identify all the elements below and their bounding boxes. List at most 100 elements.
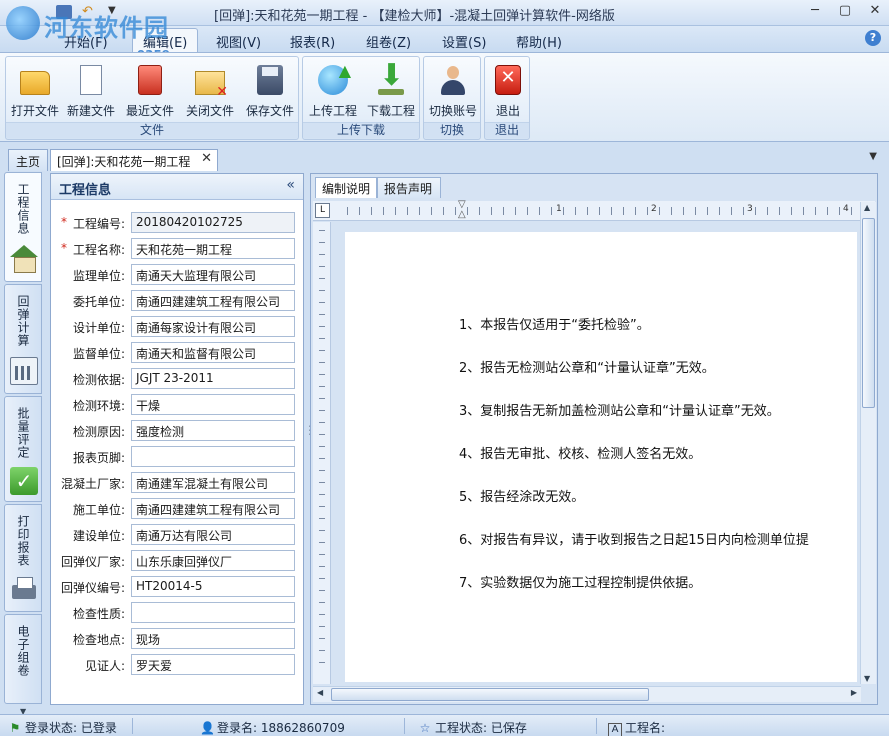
design-unit-field[interactable]: 南通每家设计有限公司 [131,316,295,337]
scroll-right-icon[interactable]: ▶ [851,688,857,697]
project-no-field[interactable]: 20180420102725 [131,212,295,233]
note-line: 4、报告无审批、校核、检测人签名无效。 [459,447,702,462]
note-line: 1、本报告仅适用于“委托检验”。 [459,318,650,333]
field-label: 监督单位: [72,347,125,361]
client-unit-field[interactable]: 南通四建建筑工程有限公司 [131,290,295,311]
test-basis-field[interactable]: JGJT 23-2011 [131,368,295,389]
builder-unit-field[interactable]: 南通万达有限公司 [131,524,295,545]
hammer-maker-field[interactable]: 山东乐康回弹仪厂 [131,550,295,571]
tab-compile-notes[interactable]: 编制说明 [315,177,377,198]
recent-files-icon [138,65,162,95]
field-row-construction: 施工单位: 南通四建建筑工程有限公司 [51,498,305,520]
open-file-button[interactable]: 打开文件 [8,61,62,121]
close-file-button[interactable]: 关闭文件 [182,61,238,121]
concrete-maker-field[interactable]: 南通建军混凝土有限公司 [131,472,295,493]
menu-help[interactable]: 帮助(H) [516,32,562,51]
tab-home[interactable]: 主页 [8,149,48,171]
project-info-header: 工程信息 « [51,174,303,200]
vertical-ruler-scale [319,230,325,670]
menu-start[interactable]: 开始(F) [64,32,108,51]
scroll-left-icon[interactable]: ◀ [317,688,323,697]
field-row-footer: 报表页脚: [51,446,305,468]
upload-globe-icon [318,61,351,95]
field-label: 检测依据: [72,373,125,387]
close-tab-icon[interactable]: ✕ [201,151,212,166]
side-tab-e-volume[interactable]: 电子组卷 [4,614,42,704]
switch-account-button[interactable]: 切换账号 [425,61,481,121]
new-file-button[interactable]: 新建文件 [64,61,118,121]
project-name-field[interactable]: 天和花苑一期工程 [131,238,295,259]
horizontal-scroll-thumb[interactable] [331,688,649,701]
printer-icon [10,577,38,605]
tab-project[interactable]: [回弹]:天和花苑一期工程 ✕ [50,149,218,171]
check-icon [10,467,38,495]
exit-button[interactable]: 退出 [486,61,530,121]
tab-report-statement[interactable]: 报告声明 [377,177,441,198]
field-row-design: 设计单位: 南通每家设计有限公司 [51,316,305,338]
undo-icon[interactable]: ↶ [82,5,98,19]
menu-report[interactable]: 报表(R) [290,32,335,51]
qat-dropdown-icon[interactable]: ▼ [108,5,124,19]
field-label: 委托单位: [72,295,125,309]
field-label: 检查性质: [72,607,125,621]
scroll-down-icon[interactable]: ▼ [864,674,870,683]
field-row-concrete-maker: 混凝土厂家: 南通建军混凝土有限公司 [51,472,305,494]
close-icon[interactable]: ✕ [867,3,883,18]
window-title: [回弹]:天和花苑一期工程 - 【建检大师】-混凝土回弹计算软件-网络版 [214,9,615,24]
ruler-number: 2 [651,204,657,214]
status-login-state: ⚑ 登录状态: 已登录 [9,721,117,735]
side-tab-print-report[interactable]: 打印报表 [4,504,42,612]
ribbon-group-exit: 退出 退出 [484,56,530,140]
side-tab-rebound-calc[interactable]: 回弹计算 [4,284,42,394]
field-row-project-no: * 工程编号: 20180420102725 [51,212,305,234]
construction-unit-field[interactable]: 南通四建建筑工程有限公司 [131,498,295,519]
side-tab-batch-evaluate[interactable]: 批量评定 [4,396,42,502]
field-label: 检查地点: [72,633,125,647]
scroll-up-icon[interactable]: ▲ [864,203,870,212]
help-icon[interactable]: ? [865,30,881,46]
download-project-button[interactable]: 下载工程 [363,61,419,121]
collapse-panel-icon[interactable]: « [286,177,295,193]
document-page[interactable]: 1、本报告仅适用于“委托检验”。 2、报告无检测站公章和“计量认证章”无效。 3… [345,232,857,682]
quick-save-icon[interactable] [56,5,72,19]
hammer-no-field[interactable]: HT20014-5 [131,576,295,597]
horizontal-scrollbar[interactable]: ◀ ▶ [313,686,861,702]
menu-volume[interactable]: 组卷(Z) [366,32,411,51]
ruler-number: 3 [747,204,753,214]
save-file-button[interactable]: 保存文件 [242,61,298,121]
note-line: 3、复制报告无新加盖检测站公章和“计量认证章”无效。 [459,404,780,419]
field-label: 回弹仪编号: [60,581,125,595]
field-row-environment: 检测环境: 干燥 [51,394,305,416]
report-footer-field[interactable] [131,446,295,467]
field-label: 工程名称: [72,243,125,257]
field-row-hammer-no: 回弹仪编号: HT20014-5 [51,576,305,598]
menu-edit[interactable]: 编辑(E) [132,28,199,54]
upload-project-button[interactable]: 上传工程 [305,61,361,121]
recent-files-button[interactable]: 最近文件 [122,61,178,121]
field-row-reason: 检测原因: 强度检测 [51,420,305,442]
required-marker: * [61,215,67,229]
indent-marker[interactable] [458,199,468,220]
tab-list-dropdown-icon[interactable]: ▼ [869,151,877,162]
minimize-icon[interactable]: ─ [807,3,823,18]
menu-settings[interactable]: 设置(S) [442,32,486,51]
field-row-project-name: * 工程名称: 天和花苑一期工程 [51,238,305,260]
supervision-unit-field[interactable]: 南通天大监理有限公司 [131,264,295,285]
field-label: 监理单位: [72,269,125,283]
menu-view[interactable]: 视图(V) [216,32,261,51]
house-icon [10,245,38,273]
vertical-scrollbar[interactable]: ▲ ▼ [860,202,876,684]
witness-field[interactable]: 罗天爱 [131,654,295,675]
test-reason-field[interactable]: 强度检测 [131,420,295,441]
vertical-ruler [313,222,331,684]
oversight-unit-field[interactable]: 南通天和监督有限公司 [131,342,295,363]
test-environment-field[interactable]: 干燥 [131,394,295,415]
status-separator [132,718,133,734]
maximize-icon[interactable]: ▢ [837,3,853,18]
side-tab-project-info[interactable]: 工程信息 [4,172,42,282]
vertical-scroll-thumb[interactable] [862,218,875,408]
folder-open-icon [20,71,50,95]
tab-stop-selector[interactable]: L [315,203,330,218]
inspection-type-field[interactable] [131,602,295,623]
inspection-location-field[interactable]: 现场 [131,628,295,649]
